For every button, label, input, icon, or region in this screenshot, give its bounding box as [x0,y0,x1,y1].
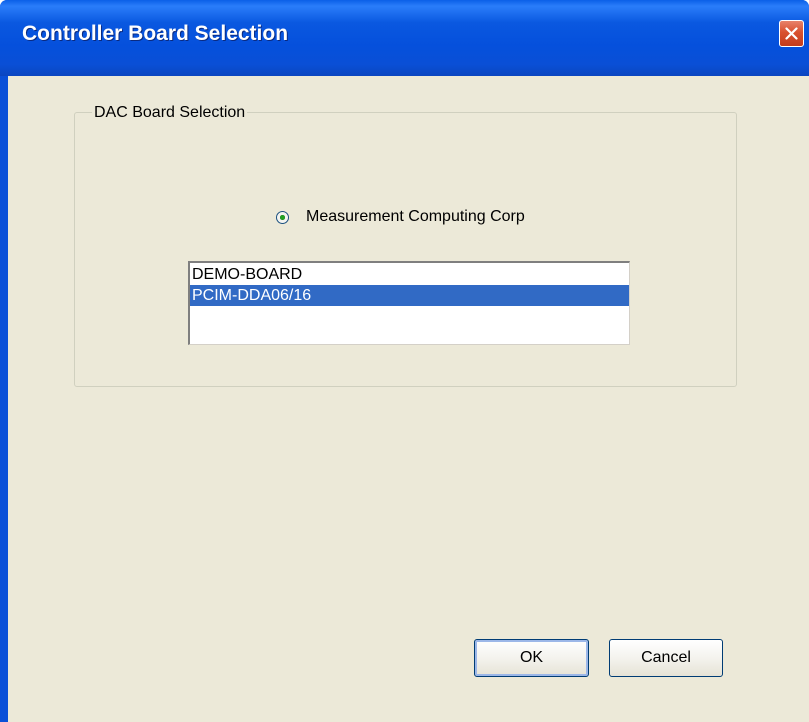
list-item-demo-board[interactable]: DEMO-BOARD [190,264,629,285]
board-listbox[interactable]: DEMO-BOARD PCIM-DDA06/16 [188,261,630,345]
dialog-client-area: DAC Board Selection Measurement Computin… [8,76,809,722]
group-label: DAC Board Selection [92,104,248,122]
cancel-button[interactable]: Cancel [609,639,723,677]
radio-checked-dot [280,214,285,220]
list-item-pcim-dda06-16[interactable]: PCIM-DDA06/16 [190,285,629,306]
window-title: Controller Board Selection [22,22,289,45]
title-bar[interactable]: Controller Board Selection [0,0,809,76]
vendor-radio-option[interactable]: Measurement Computing Corp [276,205,525,229]
ok-button[interactable]: OK [474,639,589,677]
dialog-window: Controller Board Selection DAC Board Sel… [0,0,809,722]
dac-board-selection-group [74,112,737,387]
radio-button[interactable] [276,210,289,224]
radio-label[interactable]: Measurement Computing Corp [306,208,525,226]
close-icon [785,27,798,40]
close-button[interactable] [779,20,804,47]
